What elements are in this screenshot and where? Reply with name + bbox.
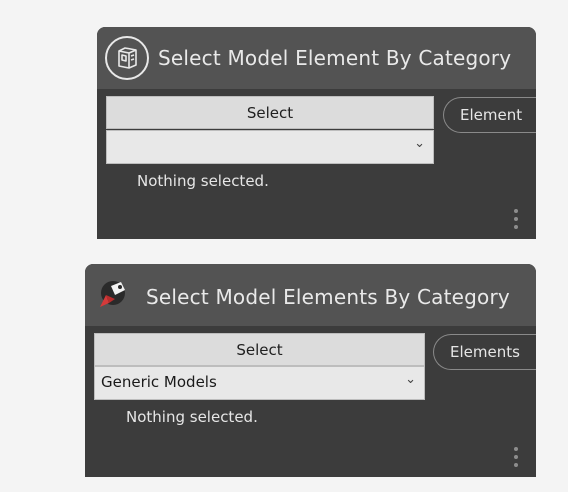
- cursor-tag-icon: [93, 273, 137, 317]
- output-port-element[interactable]: Element: [443, 97, 536, 133]
- chevron-down-icon: ⌄: [405, 372, 416, 387]
- node-select-model-element-by-category[interactable]: Select Model Element By Category Select …: [97, 27, 536, 239]
- chevron-down-icon: ⌄: [414, 136, 425, 151]
- output-port-elements[interactable]: Elements: [433, 334, 536, 370]
- status-text: Nothing selected.: [126, 408, 258, 426]
- select-button[interactable]: Select: [106, 96, 434, 129]
- node-header[interactable]: Select Model Elements By Category: [85, 264, 536, 326]
- status-text: Nothing selected.: [137, 172, 269, 190]
- more-options-icon[interactable]: [514, 209, 518, 233]
- category-dropdown[interactable]: ⌄: [106, 130, 434, 164]
- select-button[interactable]: Select: [94, 333, 425, 366]
- node-select-model-elements-by-category[interactable]: Select Model Elements By Category Select…: [85, 264, 536, 477]
- node-title: Select Model Elements By Category: [146, 285, 510, 309]
- node-header[interactable]: Select Model Element By Category: [97, 27, 536, 89]
- dropdown-value: Generic Models: [101, 373, 217, 391]
- category-dropdown[interactable]: Generic Models ⌄: [94, 366, 425, 400]
- cube-outline-icon: [105, 36, 149, 80]
- more-options-icon[interactable]: [514, 447, 518, 471]
- node-title: Select Model Element By Category: [158, 46, 512, 70]
